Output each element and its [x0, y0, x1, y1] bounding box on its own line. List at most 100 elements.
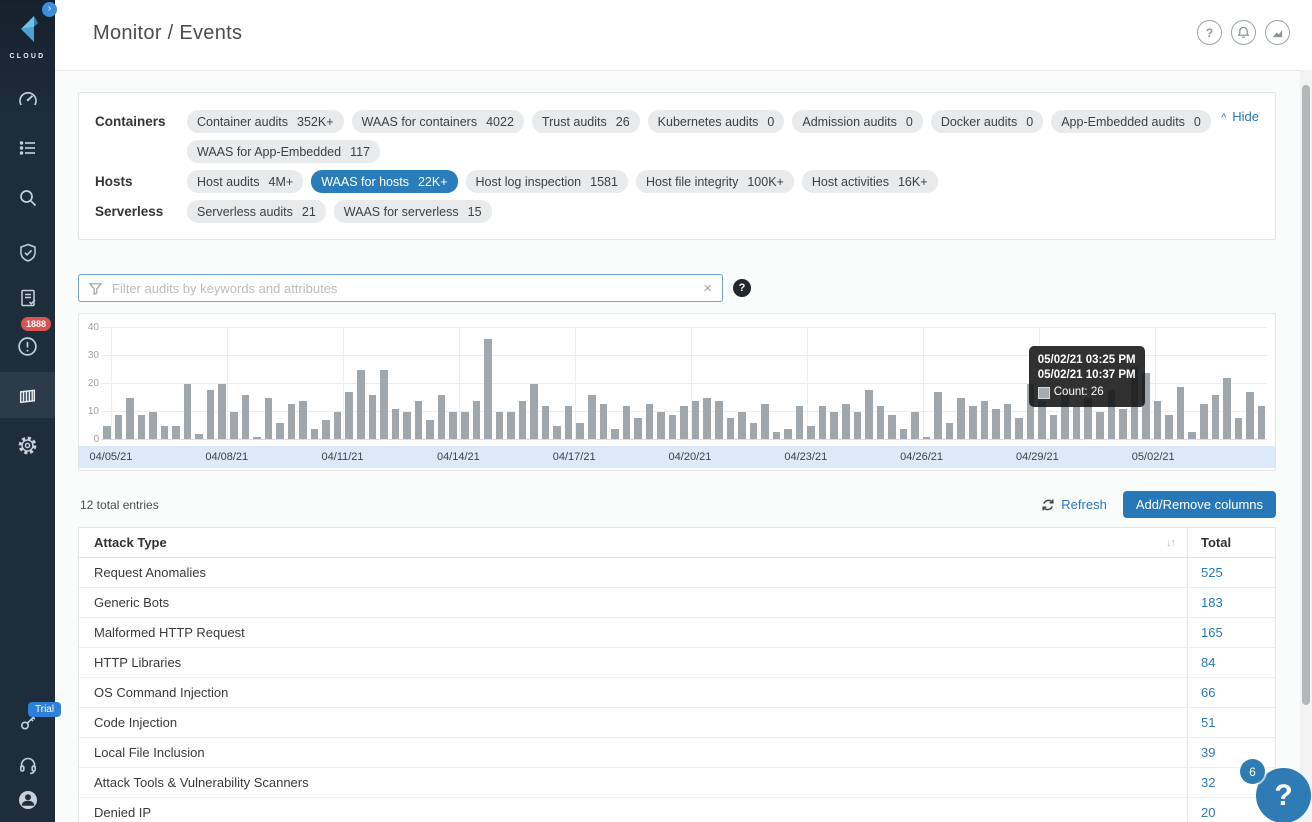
bar-78[interactable]: [1004, 404, 1012, 440]
bar-24[interactable]: [380, 370, 388, 440]
bar-93[interactable]: [1177, 387, 1185, 440]
total-link[interactable]: 183: [1188, 595, 1275, 610]
bar-54[interactable]: [727, 418, 735, 440]
sidebar-item-settings[interactable]: [0, 422, 55, 468]
bar-79[interactable]: [1015, 418, 1023, 440]
clear-filter-icon[interactable]: ×: [703, 280, 712, 297]
filter-chip-waas-for-app-embedded[interactable]: WAAS for App-Embedded117: [187, 140, 380, 163]
bar-56[interactable]: [750, 423, 758, 440]
bar-84[interactable]: [1073, 406, 1081, 440]
bar-29[interactable]: [438, 395, 446, 440]
filter-chip-host-audits[interactable]: Host audits4M+: [187, 170, 303, 193]
bar-6[interactable]: [172, 426, 180, 440]
bar-77[interactable]: [992, 409, 1000, 440]
total-link[interactable]: 165: [1188, 625, 1275, 640]
bar-48[interactable]: [657, 412, 665, 440]
bar-40[interactable]: [565, 406, 573, 440]
bar-27[interactable]: [415, 401, 423, 440]
bar-67[interactable]: [877, 406, 885, 440]
bar-37[interactable]: [530, 384, 538, 440]
bar-1[interactable]: [115, 415, 123, 440]
bar-98[interactable]: [1235, 418, 1243, 440]
bar-39[interactable]: [553, 426, 561, 440]
bar-21[interactable]: [345, 392, 353, 440]
filter-chip-admission-audits[interactable]: Admission audits0: [792, 110, 922, 133]
bar-72[interactable]: [934, 392, 942, 440]
total-link[interactable]: 525: [1188, 565, 1275, 580]
bar-47[interactable]: [646, 404, 654, 440]
bar-15[interactable]: [276, 423, 284, 440]
bar-97[interactable]: [1223, 378, 1231, 440]
filter-chip-kubernetes-audits[interactable]: Kubernetes audits0: [648, 110, 785, 133]
bar-5[interactable]: [161, 426, 169, 440]
bar-53[interactable]: [715, 401, 723, 440]
table-row-attack-tools-vulnerability-scanners[interactable]: Attack Tools & Vulnerability Scanners32: [79, 768, 1275, 798]
bar-99[interactable]: [1246, 392, 1254, 440]
filter-chip-trust-audits[interactable]: Trust audits26: [532, 110, 640, 133]
audit-filter-input[interactable]: [110, 280, 703, 297]
bar-36[interactable]: [519, 401, 527, 440]
bar-17[interactable]: [299, 401, 307, 440]
table-row-local-file-inclusion[interactable]: Local File Inclusion39: [79, 738, 1275, 768]
bar-11[interactable]: [230, 412, 238, 440]
hide-filters-link[interactable]: ^Hide: [1221, 109, 1259, 124]
bar-62[interactable]: [819, 406, 827, 440]
sort-arrows-icon[interactable]: ↓↑: [1166, 537, 1175, 549]
sidebar-item-containers-active[interactable]: [0, 372, 55, 418]
bar-23[interactable]: [369, 395, 377, 440]
filter-chip-host-file-integrity[interactable]: Host file integrity100K+: [636, 170, 794, 193]
column-header-total[interactable]: Total: [1188, 535, 1275, 550]
filter-chip-container-audits[interactable]: Container audits352K+: [187, 110, 344, 133]
help-widget-button[interactable]: ?: [1256, 768, 1311, 822]
bar-14[interactable]: [265, 398, 273, 440]
bar-41[interactable]: [576, 423, 584, 440]
bar-34[interactable]: [496, 412, 504, 440]
sidebar-item-profile[interactable]: [0, 777, 55, 822]
table-row-code-injection[interactable]: Code Injection51: [79, 708, 1275, 738]
filter-chip-serverless-audits[interactable]: Serverless audits21: [187, 200, 326, 223]
bar-91[interactable]: [1154, 401, 1162, 440]
bar-55[interactable]: [738, 412, 746, 440]
sidebar-item-audit-doc[interactable]: [0, 275, 55, 321]
add-remove-columns-button[interactable]: Add/Remove columns: [1123, 491, 1276, 518]
bar-10[interactable]: [218, 384, 226, 440]
filter-chip-docker-audits[interactable]: Docker audits0: [931, 110, 1043, 133]
bar-3[interactable]: [138, 415, 146, 440]
filter-chip-host-activities[interactable]: Host activities16K+: [802, 170, 938, 193]
filter-chip-waas-for-serverless[interactable]: WAAS for serverless15: [334, 200, 492, 223]
bar-76[interactable]: [981, 401, 989, 440]
refresh-button[interactable]: Refresh: [1041, 497, 1107, 512]
bar-82[interactable]: [1050, 415, 1058, 440]
bar-60[interactable]: [796, 406, 804, 440]
bar-51[interactable]: [692, 401, 700, 440]
bar-16[interactable]: [288, 404, 296, 440]
bar-100[interactable]: [1258, 406, 1266, 440]
bar-96[interactable]: [1212, 395, 1220, 440]
bar-46[interactable]: [634, 418, 642, 440]
table-row-os-command-injection[interactable]: OS Command Injection66: [79, 678, 1275, 708]
table-row-generic-bots[interactable]: Generic Bots183: [79, 588, 1275, 618]
filter-chip-app-embedded-audits[interactable]: App-Embedded audits0: [1051, 110, 1211, 133]
bar-49[interactable]: [669, 415, 677, 440]
bar-12[interactable]: [242, 395, 250, 440]
table-row-denied-ip[interactable]: Denied IP20: [79, 798, 1275, 822]
sidebar-item-search[interactable]: [0, 175, 55, 221]
bar-20[interactable]: [334, 412, 342, 440]
sidebar-item-radar[interactable]: [0, 77, 55, 123]
bar-4[interactable]: [149, 412, 157, 440]
bar-86[interactable]: [1096, 412, 1104, 440]
bar-66[interactable]: [865, 390, 873, 440]
filter-chip-host-log-inspection[interactable]: Host log inspection1581: [466, 170, 628, 193]
table-row-request-anomalies[interactable]: Request Anomalies525: [79, 558, 1275, 588]
bar-61[interactable]: [807, 426, 815, 440]
chart-date-axis-band[interactable]: 04/05/2104/08/2104/11/2104/14/2104/17/21…: [79, 446, 1275, 468]
bar-75[interactable]: [969, 406, 977, 440]
column-header-attack-type[interactable]: Attack Type ↓↑: [79, 528, 1188, 557]
bar-42[interactable]: [588, 395, 596, 440]
total-link[interactable]: 84: [1188, 655, 1275, 670]
bar-68[interactable]: [888, 415, 896, 440]
sidebar-expand-icon[interactable]: ›: [42, 2, 57, 17]
bar-25[interactable]: [392, 409, 400, 440]
bar-38[interactable]: [542, 406, 550, 440]
filter-chip-waas-for-containers[interactable]: WAAS for containers4022: [352, 110, 524, 133]
